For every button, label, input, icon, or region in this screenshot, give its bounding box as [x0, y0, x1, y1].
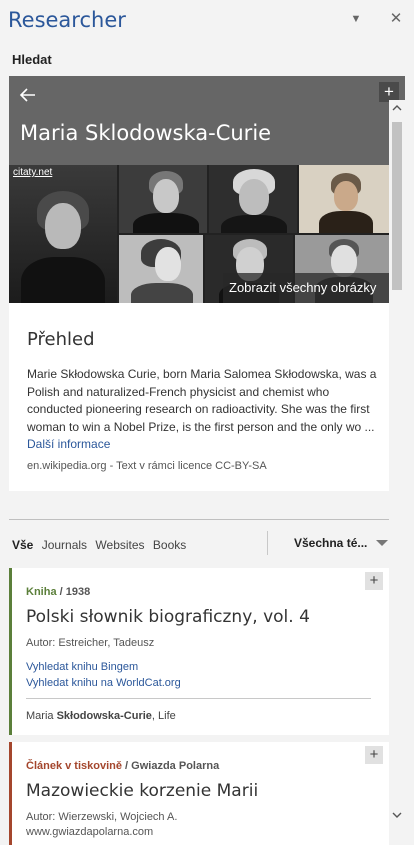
- overview-title: Přehled: [27, 329, 95, 350]
- context-highlight: Skłodowska-Curie: [56, 710, 152, 722]
- result-card-article[interactable]: + Článek v tiskovině / Gwiazda Polarna M…: [9, 742, 389, 845]
- close-pane-button[interactable]: ✕: [386, 9, 406, 29]
- section-divider: [9, 519, 389, 520]
- scroll-down-icon[interactable]: [392, 810, 402, 820]
- portrait-image-3[interactable]: [209, 165, 297, 233]
- scrollbar-thumb[interactable]: [392, 122, 402, 290]
- result-year: 1938: [65, 586, 91, 598]
- entity-name: Maria Sklodowska-Curie: [20, 121, 272, 145]
- vertical-scrollbar[interactable]: [389, 100, 405, 845]
- result-accent-bar: [9, 742, 12, 845]
- context-pre: Maria: [26, 710, 57, 722]
- results-scroll-area[interactable]: + Maria Sklodowska-Curie citaty.net Zobr…: [0, 75, 414, 845]
- portrait-image-2[interactable]: [119, 165, 207, 233]
- result-card-book[interactable]: + Kniha / 1938 Polski słownik biograficz…: [9, 568, 389, 735]
- portrait-image-5[interactable]: [119, 235, 203, 303]
- meta-separator: /: [122, 760, 132, 772]
- result-title[interactable]: Mazowieckie korzenie Marii: [26, 781, 258, 801]
- show-all-images-button[interactable]: Zobrazit všechny obrázky: [223, 273, 389, 303]
- search-label: Hledat: [12, 52, 52, 67]
- plus-icon: +: [369, 746, 379, 763]
- result-accent-bar: [9, 568, 12, 735]
- image-source-label[interactable]: citaty.net: [13, 167, 52, 178]
- search-bing-link[interactable]: Vyhledat knihu Bingem: [26, 661, 138, 673]
- scroll-up-icon[interactable]: [392, 103, 402, 113]
- license-text: Text v rámci licence CC-BY-SA: [116, 460, 267, 472]
- result-type: Kniha: [26, 586, 57, 598]
- tab-all[interactable]: Vše: [12, 538, 33, 552]
- chevron-down-icon: ▼: [350, 13, 362, 25]
- pane-header: Researcher ▼ ✕: [0, 0, 414, 44]
- overview-text: Marie Skłodowska Curie, born Maria Salom…: [27, 366, 381, 454]
- result-type: Článek v tiskovině: [26, 760, 122, 772]
- pane-options-button[interactable]: ▼: [346, 9, 366, 29]
- source-link[interactable]: en.wikipedia.org: [27, 460, 107, 472]
- overview-summary: Marie Skłodowska Curie, born Maria Salom…: [27, 367, 377, 434]
- topic-scope-dropdown[interactable]: Všechna té...: [294, 536, 367, 550]
- image-gallery[interactable]: citaty.net Zobrazit všechny obrázky: [9, 165, 389, 303]
- tab-books[interactable]: Books: [153, 538, 186, 552]
- context-post: , Life: [151, 710, 176, 722]
- search-worldcat-link[interactable]: Vyhledat knihu na WorldCat.org: [26, 677, 181, 689]
- close-icon: ✕: [389, 10, 403, 27]
- result-divider: [26, 698, 371, 699]
- result-url[interactable]: www.gwiazdapolarna.com: [26, 826, 153, 838]
- overview-source: en.wikipedia.org - Text v rámci licence …: [27, 460, 267, 472]
- filter-divider: [267, 531, 268, 555]
- entity-banner: + Maria Sklodowska-Curie: [9, 76, 405, 165]
- portrait-image-4[interactable]: [299, 165, 389, 233]
- result-title[interactable]: Polski słownik biograficzny, vol. 4: [26, 607, 310, 627]
- result-meta: Kniha / 1938: [26, 586, 90, 598]
- add-entity-button[interactable]: +: [379, 82, 399, 102]
- result-publication: Gwiazda Polarna: [131, 760, 220, 772]
- overview-card: Přehled Marie Skłodowska Curie, born Mar…: [9, 303, 389, 491]
- pane-title: Researcher: [8, 8, 126, 32]
- back-arrow-icon: [19, 88, 35, 102]
- filter-tabs: Vše Journals Websites Books: [12, 538, 191, 552]
- portrait-image-1[interactable]: citaty.net: [9, 165, 117, 303]
- chevron-down-icon[interactable]: [376, 540, 388, 546]
- plus-icon: +: [384, 82, 394, 101]
- result-meta: Článek v tiskovině / Gwiazda Polarna: [26, 760, 219, 772]
- tab-journals[interactable]: Journals: [42, 538, 87, 552]
- tab-websites[interactable]: Websites: [95, 538, 144, 552]
- more-info-link[interactable]: Další informace: [27, 437, 110, 451]
- back-button[interactable]: [19, 86, 41, 108]
- result-context: Maria Skłodowska-Curie, Life: [26, 710, 176, 722]
- result-author: Autor: Estreicher, Tadeusz: [26, 637, 155, 649]
- plus-icon: +: [369, 572, 379, 589]
- meta-separator: /: [56, 586, 66, 598]
- add-result-button[interactable]: +: [365, 572, 383, 590]
- add-result-button[interactable]: +: [365, 746, 383, 764]
- result-author: Autor: Wierzewski, Wojciech A.: [26, 811, 178, 823]
